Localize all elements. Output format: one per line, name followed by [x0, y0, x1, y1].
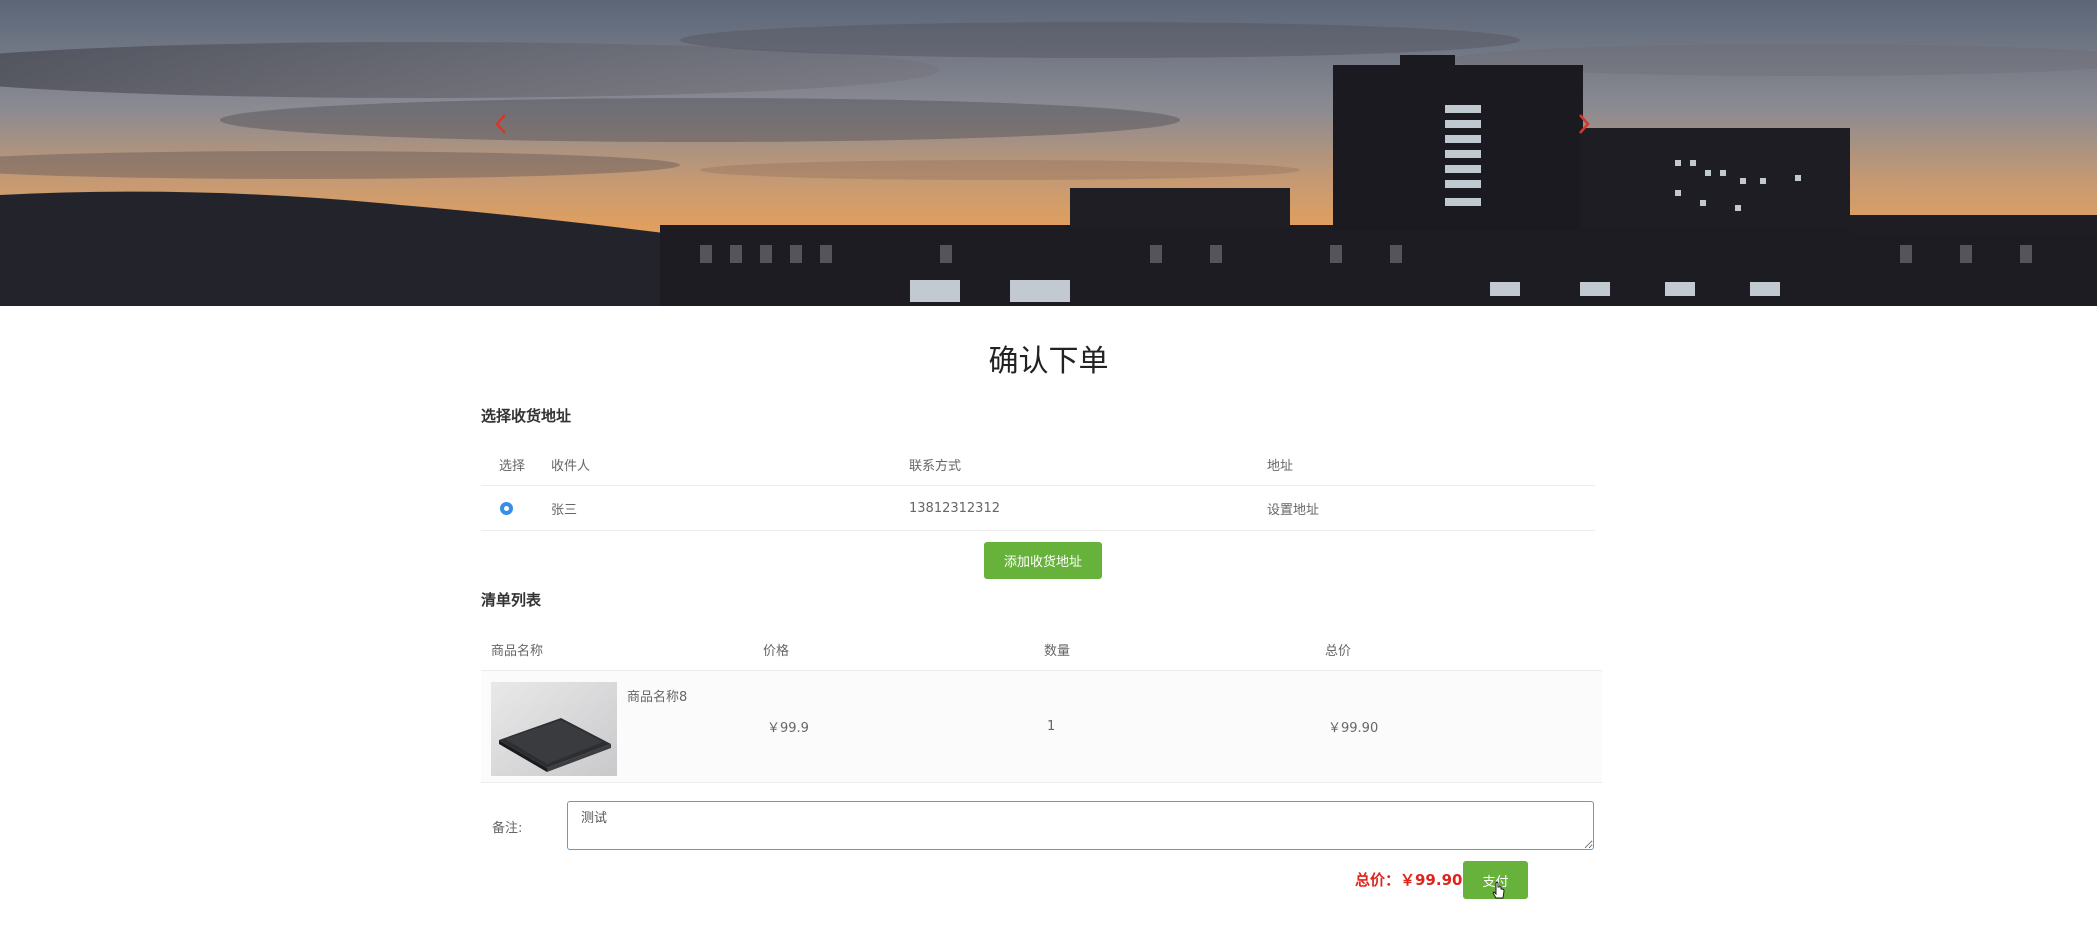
- remark-label: 备注:: [492, 821, 523, 836]
- address-recipient: 张三: [551, 502, 578, 518]
- address-select-cell: [481, 501, 551, 515]
- order-total: 总价：￥99.90: [1355, 871, 1463, 889]
- product-name[interactable]: 商品名称8: [627, 686, 687, 705]
- address-table-header: 选择 收件人 联系方式 地址: [481, 444, 1595, 486]
- page-title: 确认下单: [988, 344, 1109, 379]
- column-header-recipient: 收件人: [551, 459, 591, 474]
- column-header-address: 地址: [1267, 459, 1294, 474]
- product-quantity: 1: [1047, 719, 1056, 734]
- chevron-left-icon: [495, 114, 506, 134]
- item-table: 商品名称 价格 数量 总价 商品名称8 ￥99.9 1 ￥99.90: [481, 628, 1602, 783]
- address-radio[interactable]: [500, 501, 513, 515]
- column-header-quantity: 数量: [1044, 643, 1071, 659]
- banner-image: [0, 0, 2097, 306]
- address-phone: 13812312312: [909, 500, 1000, 516]
- column-header-price: 价格: [763, 643, 790, 659]
- laptop-image[interactable]: [491, 681, 617, 776]
- list-section-title: 清单列表: [481, 591, 542, 609]
- add-address-button[interactable]: 添加收货地址: [984, 542, 1102, 579]
- table-row: 商品名称8 ￥99.9 1 ￥99.90: [481, 671, 1602, 783]
- carousel-prev-button[interactable]: [480, 104, 520, 144]
- column-header-phone: 联系方式: [909, 459, 962, 474]
- chevron-right-icon: [1579, 114, 1590, 134]
- item-table-header: 商品名称 价格 数量 总价: [481, 628, 1602, 671]
- column-header-select: 选择: [499, 459, 526, 474]
- column-header-product: 商品名称: [491, 643, 544, 659]
- product-total: ￥99.90: [1328, 721, 1379, 736]
- address-section-title: 选择收货地址: [481, 407, 572, 425]
- address-table: 选择 收件人 联系方式 地址 张三 13812312312 设置地址: [481, 444, 1595, 531]
- mouse-cursor-icon: [1492, 882, 1505, 899]
- product-price: ￥99.9: [767, 721, 809, 736]
- address-text: 设置地址: [1267, 502, 1320, 518]
- address-row[interactable]: 张三 13812312312 设置地址: [481, 486, 1595, 531]
- remark-textarea[interactable]: 测试: [567, 801, 1594, 850]
- carousel-next-button[interactable]: [1565, 104, 1605, 144]
- column-header-total: 总价: [1325, 643, 1352, 659]
- banner-carousel: [0, 0, 2097, 306]
- product-cell: 商品名称8: [481, 671, 763, 783]
